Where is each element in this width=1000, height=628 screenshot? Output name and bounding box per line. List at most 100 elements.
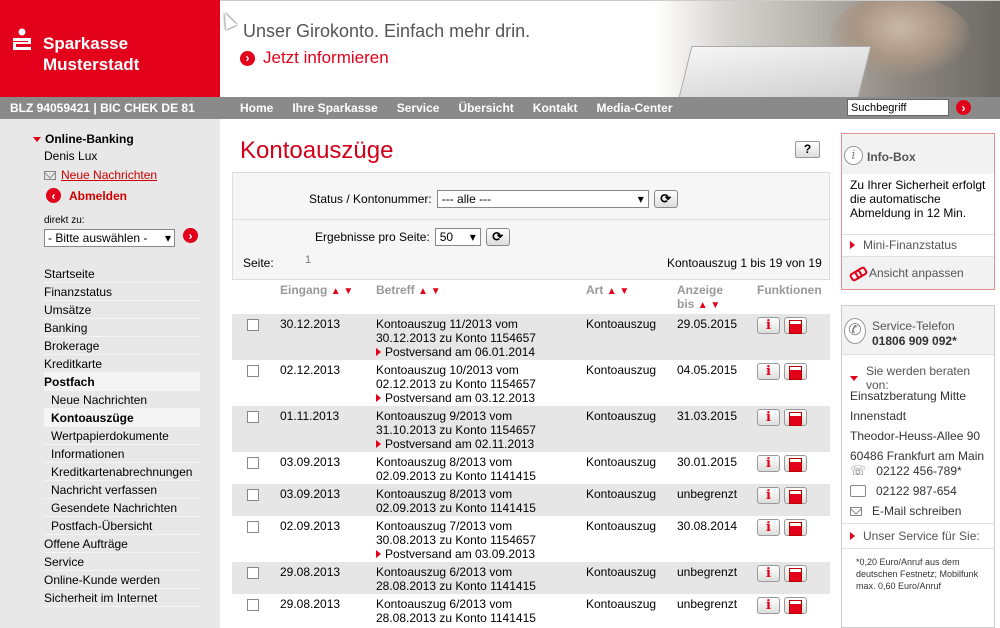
row-checkbox[interactable]: [247, 520, 259, 533]
row-type: Kontoauszug: [586, 483, 677, 516]
direct-go-icon[interactable]: ›: [183, 228, 198, 243]
banner-card-image: [678, 46, 872, 97]
nav-ihre-sparkasse[interactable]: Ihre Sparkasse: [292, 101, 377, 115]
sidebar-item-service[interactable]: Service: [44, 553, 200, 571]
save-icon[interactable]: [784, 564, 807, 582]
sidebar-item-neue-nachrichten[interactable]: Neue Nachrichten: [44, 391, 200, 409]
row-date: 03.09.2013: [280, 451, 376, 484]
per-page-select[interactable]: 50 ▾: [434, 228, 481, 246]
our-service-link[interactable]: Unser Service für Sie:: [850, 529, 980, 543]
row-subject[interactable]: Kontoauszug 10/2013 vom 02.12.2013 zu Kon…: [376, 359, 586, 406]
save-icon[interactable]: [784, 362, 807, 380]
save-icon[interactable]: [784, 518, 807, 536]
direct-to-select[interactable]: - Bitte auswählen - ▾: [44, 229, 175, 247]
row-subject[interactable]: Kontoauszug 6/2013 vom 28.08.2013 zu Kont…: [376, 593, 586, 626]
sidebar-item-umsaetze[interactable]: Umsätze: [44, 301, 200, 319]
mini-finanzstatus-link[interactable]: Mini-Finanzstatus: [850, 238, 957, 252]
sort-arrows-icon[interactable]: ▲ ▼: [607, 286, 630, 297]
per-page-row: Ergebnisse pro Seite: 50 ▾ ⟳: [315, 228, 510, 246]
sidebar-item-kreditkartenabrechnungen[interactable]: Kreditkartenabrechnungen: [44, 463, 200, 481]
sidebar-item-startseite[interactable]: Startseite: [44, 265, 200, 283]
info-button[interactable]: i: [757, 564, 780, 582]
row-subject[interactable]: Kontoauszug 9/2013 vom 31.10.2013 zu Kont…: [376, 405, 586, 452]
nav-uebersicht[interactable]: Übersicht: [458, 101, 513, 115]
col-betreff[interactable]: Betreff ▲ ▼: [376, 279, 586, 314]
row-checkbox[interactable]: [247, 488, 259, 501]
filter-divider: [233, 219, 829, 220]
customize-view-link[interactable]: Ansicht anpassen: [842, 257, 994, 289]
sort-arrows-icon[interactable]: ▲ ▼: [331, 286, 354, 297]
info-button[interactable]: i: [757, 454, 780, 472]
sidebar-item-postfach[interactable]: Postfach: [44, 373, 200, 391]
info-button[interactable]: i: [757, 486, 780, 504]
sidebar-item-brokerage[interactable]: Brokerage: [44, 337, 200, 355]
nav-home[interactable]: Home: [240, 101, 273, 115]
divider: [842, 548, 994, 549]
fax-icon: [850, 485, 866, 497]
row-subject[interactable]: Kontoauszug 6/2013 vom 28.08.2013 zu Kont…: [376, 561, 586, 594]
banner-cta-link[interactable]: › Jetzt informieren: [240, 48, 389, 68]
sparkasse-logo[interactable]: Sparkasse Musterstadt: [0, 0, 220, 97]
promo-banner[interactable]: Unser Girokonto. Einfach mehr drin. › Je…: [220, 0, 1000, 97]
table-row: 29.08.2013 Kontoauszug 6/2013 vom 28.08.2…: [232, 561, 830, 594]
sidebar-item-wertpapierdokumente[interactable]: Wertpapierdokumente: [44, 427, 200, 445]
row-checkbox[interactable]: [247, 598, 259, 611]
info-button[interactable]: i: [757, 362, 780, 380]
row-checkbox[interactable]: [247, 456, 259, 469]
sidebar-item-offene-auftraege[interactable]: Offene Aufträge: [44, 535, 200, 553]
service-phone: Service-Telefon 01806 909 092*: [872, 319, 957, 348]
nav-kontakt[interactable]: Kontakt: [533, 101, 578, 115]
sidebar-section-online-banking[interactable]: Online-Banking: [33, 132, 134, 146]
save-icon[interactable]: [784, 316, 807, 334]
sidebar-item-nachricht-verfassen[interactable]: Nachricht verfassen: [44, 481, 200, 499]
row-subject[interactable]: Kontoauszug 8/2013 vom 02.09.2013 zu Kont…: [376, 451, 586, 484]
sort-arrows-icon[interactable]: ▲ ▼: [698, 300, 721, 311]
sidebar-item-finanzstatus[interactable]: Finanzstatus: [44, 283, 200, 301]
search-input[interactable]: [847, 99, 949, 116]
new-messages-link[interactable]: Neue Nachrichten: [44, 168, 157, 182]
email-link[interactable]: E-Mail schreiben: [850, 504, 961, 518]
sidebar-item-gesendete-nachrichten[interactable]: Gesendete Nachrichten: [44, 499, 200, 517]
info-button[interactable]: i: [757, 316, 780, 334]
save-icon[interactable]: [784, 408, 807, 426]
nav-media-center[interactable]: Media-Center: [596, 101, 672, 115]
nav-service[interactable]: Service: [397, 101, 440, 115]
sidebar-item-online-kunde-werden[interactable]: Online-Kunde werden: [44, 571, 200, 589]
row-checkbox[interactable]: [247, 364, 259, 377]
status-select[interactable]: --- alle --- ▾: [436, 190, 649, 208]
advisor-address: Einsatzberatung Mitte Innenstadt Theodor…: [850, 389, 985, 463]
col-eingang[interactable]: Eingang ▲ ▼: [280, 279, 376, 314]
chain-link-icon: [850, 268, 864, 278]
refresh-status-button[interactable]: ⟳: [653, 190, 678, 208]
search-go-icon[interactable]: ›: [956, 100, 971, 115]
sort-arrows-icon[interactable]: ▲ ▼: [418, 286, 441, 297]
help-button[interactable]: ?: [795, 141, 820, 158]
page-number-link[interactable]: 1: [305, 254, 311, 266]
row-subject[interactable]: Kontoauszug 11/2013 vom 30.12.2013 zu Kon…: [376, 313, 586, 360]
col-anzeige-bis[interactable]: Anzeige bis ▲ ▼: [677, 279, 757, 314]
divider: [842, 354, 994, 355]
sidebar-item-banking[interactable]: Banking: [44, 319, 200, 337]
row-checkbox[interactable]: [247, 410, 259, 423]
row-subject[interactable]: Kontoauszug 8/2013 vom 02.09.2013 zu Kont…: [376, 483, 586, 516]
sidebar-item-informationen[interactable]: Informationen: [44, 445, 200, 463]
save-icon[interactable]: [784, 454, 807, 472]
sidebar-item-postfach-uebersicht[interactable]: Postfach-Übersicht: [44, 517, 200, 535]
row-checkbox[interactable]: [247, 566, 259, 579]
table-row: 02.09.2013 Kontoauszug 7/2013 vom 30.08.2…: [232, 515, 830, 562]
sidebar-item-kontoauszuege[interactable]: Kontoauszüge: [44, 409, 200, 427]
sidebar-item-sicherheit-im-internet[interactable]: Sicherheit im Internet: [44, 589, 200, 607]
info-button[interactable]: i: [757, 408, 780, 426]
save-icon[interactable]: [784, 486, 807, 504]
call-cost-note: *0,20 Euro/Anruf aus dem deutschen Festn…: [856, 557, 979, 591]
info-button[interactable]: i: [757, 518, 780, 536]
sidebar-item-kreditkarte[interactable]: Kreditkarte: [44, 355, 200, 373]
refresh-per-page-button[interactable]: ⟳: [485, 228, 510, 246]
row-until: 30.01.2015: [677, 451, 757, 484]
col-art[interactable]: Art ▲ ▼: [586, 279, 677, 314]
info-button[interactable]: i: [757, 596, 780, 614]
row-checkbox[interactable]: [247, 318, 259, 331]
save-icon[interactable]: [784, 596, 807, 614]
row-subject[interactable]: Kontoauszug 7/2013 vom 30.08.2013 zu Kont…: [376, 515, 586, 562]
logout-button[interactable]: ‹ Abmelden: [46, 188, 127, 203]
